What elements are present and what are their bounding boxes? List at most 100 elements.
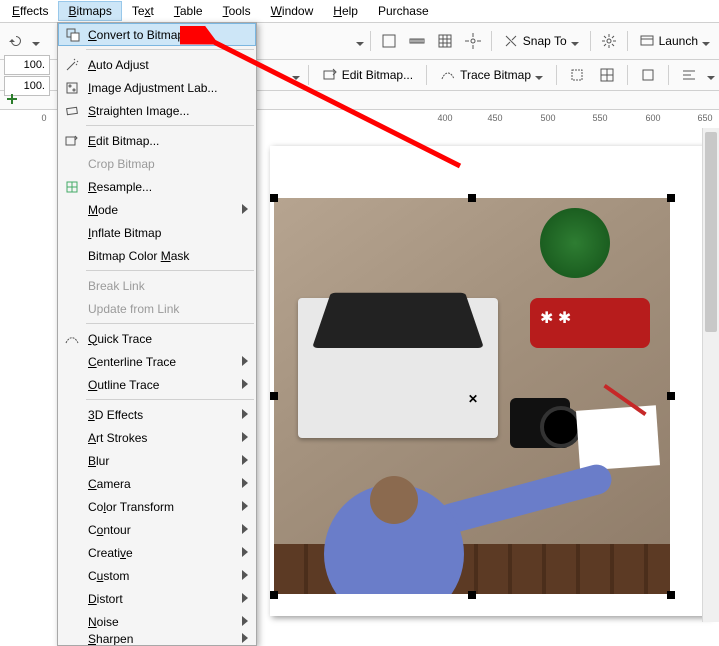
sel-handle-ne[interactable] — [667, 194, 675, 202]
guides-icon[interactable] — [461, 29, 485, 53]
submenu-arrow-icon — [242, 355, 248, 369]
menu-item-label: Centerline Trace — [88, 355, 176, 369]
menu-item-sharpen[interactable]: Sharpen — [58, 633, 256, 645]
sel-handle-se[interactable] — [667, 591, 675, 599]
ruler-tick: 550 — [592, 113, 607, 123]
menu-item-image-adjustment-lab[interactable]: Image Adjustment Lab... — [58, 76, 256, 99]
transparency-icon[interactable] — [636, 63, 660, 87]
menu-item-distort[interactable]: Distort — [58, 587, 256, 610]
menu-text[interactable]: Text — [122, 1, 164, 21]
align-dropdown[interactable] — [707, 71, 715, 79]
add-page-button[interactable] — [6, 93, 18, 108]
convert-icon — [65, 27, 81, 43]
sel-handle-sw[interactable] — [270, 591, 278, 599]
menu-item-art-strokes[interactable]: Art Strokes — [58, 426, 256, 449]
menu-item-blur[interactable]: Blur — [58, 449, 256, 472]
menu-item-break-link: Break Link — [58, 274, 256, 297]
align-icon[interactable] — [677, 63, 701, 87]
submenu-arrow-icon — [242, 569, 248, 583]
edit-bitmap-label: Edit Bitmap... — [342, 68, 413, 82]
menu-item-contour[interactable]: Contour — [58, 518, 256, 541]
menu-item-auto-adjust[interactable]: Auto Adjust — [58, 53, 256, 76]
ruler-vertical — [26, 128, 43, 622]
menu-item-camera[interactable]: Camera — [58, 472, 256, 495]
undo-button[interactable] — [4, 29, 28, 53]
menu-bitmaps[interactable]: Bitmaps — [58, 1, 121, 21]
scrollbar-thumb[interactable] — [705, 132, 717, 332]
snap-to-button[interactable]: Snap To — [498, 30, 584, 52]
scale-x-field[interactable]: 100. — [4, 55, 50, 75]
sel-handle-n[interactable] — [468, 194, 476, 202]
grid-icon[interactable] — [433, 29, 457, 53]
bitmaps-menu: Convert to Bitmap... Auto Adjust Image Adj… — [57, 22, 257, 646]
rulers-icon[interactable] — [405, 29, 429, 53]
menu-item-color-transform[interactable]: Color Transform — [58, 495, 256, 518]
menu-item-creative[interactable]: Creative — [58, 541, 256, 564]
menu-item-label: Edit Bitmap... — [88, 134, 159, 148]
menu-item-label: Custom — [88, 569, 129, 583]
fullscreen-icon[interactable] — [377, 29, 401, 53]
sel-handle-s[interactable] — [468, 591, 476, 599]
scrollbar-vertical[interactable] — [702, 128, 719, 622]
menu-purchase[interactable]: Purchase — [368, 1, 439, 21]
menu-tools[interactable]: Tools — [213, 1, 261, 21]
menu-item-edit-bitmap[interactable]: Edit Bitmap... — [58, 129, 256, 152]
ruler-tick: 500 — [540, 113, 555, 123]
resample-icon[interactable] — [595, 63, 619, 87]
menu-window[interactable]: Window — [261, 1, 324, 21]
menu-item-label: 3D Effects — [88, 408, 143, 422]
menu-help[interactable]: Help — [323, 1, 368, 21]
menu-item-label: Camera — [88, 477, 131, 491]
menu-item-straighten-image[interactable]: Straighten Image... — [58, 99, 256, 122]
menu-item-label: Mode — [88, 203, 118, 217]
menu-table[interactable]: Table — [164, 1, 213, 21]
submenu-arrow-icon — [242, 203, 248, 217]
menu-item-label: Crop Bitmap — [88, 157, 155, 171]
launch-button[interactable]: Launch — [634, 30, 715, 52]
trace-bitmap-label: Trace Bitmap — [460, 68, 531, 82]
menu-item-label: Sharpen — [88, 633, 133, 645]
menu-item-label: Image Adjustment Lab... — [88, 81, 217, 95]
edit-bitmap-button[interactable]: Edit Bitmap... — [317, 64, 418, 86]
menu-item-crop-bitmap: Crop Bitmap — [58, 152, 256, 175]
menu-item-label: Resample... — [88, 180, 152, 194]
menu-item-label: Update from Link — [88, 302, 179, 316]
menu-item-resample[interactable]: Resample... — [58, 175, 256, 198]
menu-item-centerline-trace[interactable]: Centerline Trace — [58, 350, 256, 373]
lab-icon — [64, 80, 80, 96]
menu-item-update-from-link: Update from Link — [58, 297, 256, 320]
menu-item-mode[interactable]: Mode — [58, 198, 256, 221]
menu-item-label: Color Transform — [88, 500, 174, 514]
menu-item-label: Creative — [88, 546, 133, 560]
trace-bitmap-button[interactable]: Trace Bitmap — [435, 64, 548, 86]
menu-item-label: Outline Trace — [88, 378, 159, 392]
menu-item-label: Auto Adjust — [88, 58, 149, 72]
zoom-dropdown[interactable] — [356, 37, 364, 45]
menu-item-inflate-bitmap[interactable]: Inflate Bitmap — [58, 221, 256, 244]
sel-handle-w[interactable] — [270, 392, 278, 400]
menu-item-label: Contour — [88, 523, 131, 537]
ruler-tick: 450 — [487, 113, 502, 123]
crop-icon[interactable] — [565, 63, 589, 87]
sel-handle-nw[interactable] — [270, 194, 278, 202]
sel-handle-e[interactable] — [667, 392, 675, 400]
resample-icon — [64, 179, 80, 195]
undo-dropdown[interactable] — [32, 37, 40, 45]
menu-item-bitmap-color-mask[interactable]: Bitmap Color Mask — [58, 244, 256, 267]
menu-item-quick-trace[interactable]: Quick Trace — [58, 327, 256, 350]
menu-item-convert-to-bitmap[interactable]: Convert to Bitmap... — [58, 23, 256, 46]
menubar: EffectsBitmapsTextTableToolsWindowHelpPu… — [0, 0, 719, 23]
submenu-arrow-icon — [242, 431, 248, 445]
sel-center-x: ✕ — [468, 392, 478, 406]
units-dropdown[interactable] — [292, 71, 300, 79]
menu-item-label: Blur — [88, 454, 109, 468]
menu-item-3d-effects[interactable]: 3D Effects — [58, 403, 256, 426]
ruler-tick: 600 — [645, 113, 660, 123]
straighten-icon — [64, 103, 80, 119]
menu-effects[interactable]: Effects — [2, 1, 58, 21]
menu-item-custom[interactable]: Custom — [58, 564, 256, 587]
options-icon[interactable] — [597, 29, 621, 53]
submenu-arrow-icon — [242, 477, 248, 491]
menu-item-outline-trace[interactable]: Outline Trace — [58, 373, 256, 396]
ruler-tick: 650 — [697, 113, 712, 123]
